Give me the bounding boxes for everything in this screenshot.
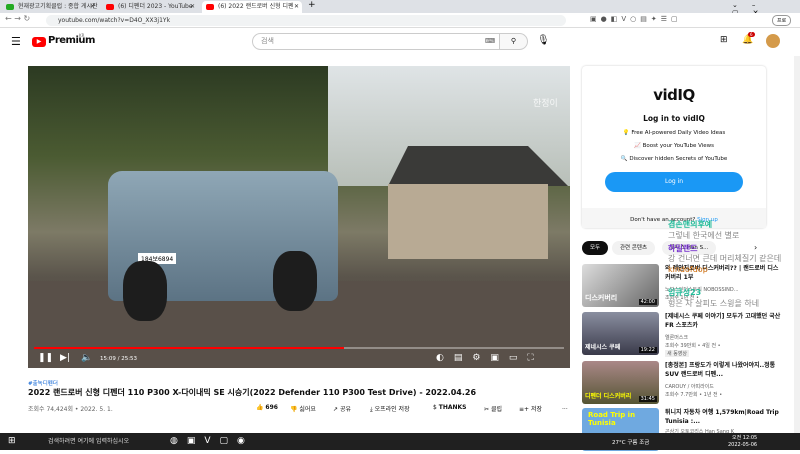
login-button[interactable]: Log in (605, 172, 743, 192)
thumb-text: 디펜더 디스커버리 (585, 393, 632, 400)
chip-all[interactable]: 모두 (582, 241, 609, 255)
nav-buttons[interactable]: ← → ↻ (5, 14, 30, 23)
feature-item: 💡 Free AI-powered Daily Video Ideas (622, 130, 726, 136)
mic-icon[interactable]: 🎙 (537, 35, 550, 46)
windows-start-icon[interactable]: ⊞ (8, 436, 16, 446)
search-input[interactable]: 검색 (252, 33, 500, 50)
dislike-label: 싫어요 (299, 406, 316, 413)
new-tab-button[interactable]: + (308, 0, 316, 10)
rec-channel: 엘론머스크 (665, 335, 689, 341)
chat-overlay-text: 임큐성23 (668, 288, 702, 297)
rec-channel: CAROUY / 아띠라이드 (665, 384, 714, 390)
clock-date[interactable]: 2022-05-06 (728, 442, 757, 448)
hashtag-link[interactable]: #출녹디펜더 (28, 379, 58, 387)
taskbar-search[interactable]: 검색하려면 여기에 입력하십시오 (36, 433, 166, 450)
extension-icons[interactable]: ▣●◧V○▤✦☰▢ (590, 15, 682, 23)
thumb-text: 제네시스 쿠페 (585, 344, 621, 351)
thanks-label: THANKS (438, 404, 467, 411)
like-count: 696 (265, 404, 278, 411)
clip-button[interactable]: ✂ 클립 (484, 404, 502, 413)
time-display: 15:09 / 25:53 (100, 356, 138, 362)
create-icon[interactable]: ⊞ (720, 35, 728, 45)
keyboard-icon[interactable]: ⌨ (485, 37, 495, 45)
region-label: KR (79, 33, 85, 38)
share-label: 공유 (339, 406, 351, 413)
duration: 42:00 (638, 299, 657, 305)
menu-icon[interactable]: ☰ (11, 35, 21, 48)
download-button[interactable]: ⤓ 오프라인 저장 (370, 404, 410, 414)
premium-logo[interactable]: Premium (48, 35, 95, 46)
notification-badge: 6 (748, 32, 755, 37)
tab-label: (6) 디펜더 2023 - YouTube (118, 3, 193, 10)
rec-stats: 조회수 7.7만회 • 1년 전 • (665, 392, 723, 398)
tab-label: (6) 2022 랜드로버 신형 디펜 (218, 3, 294, 10)
player-right-controls[interactable]: ◐▤⚙▣▭⛶ (436, 353, 544, 363)
chip-related[interactable]: 관련 콘텐츠 (612, 241, 656, 255)
volume-icon[interactable]: 🔈 (81, 353, 92, 363)
vidiq-logo: vidIQ (653, 86, 695, 104)
recommended-item[interactable]: 디펜더 디스커버리 31:45 [총정본] 프랑도가 이렇게 나왔어야지..정통 … (582, 361, 782, 407)
tab-1[interactable]: 현재광고기획클럽 : 종합 게시판 ✕ (2, 1, 98, 13)
search-icon: ⚲ (510, 37, 517, 45)
next-icon[interactable]: ▶| (60, 353, 70, 363)
avatar[interactable] (766, 34, 780, 48)
chat-overlay-text: 겸손맨의후예 (668, 220, 713, 229)
new-badge: 새 동영상 (665, 350, 689, 357)
rec-title: 튀니지 자동차 여행 1,579km|Road Trip Tunisia :..… (665, 409, 779, 425)
weather[interactable]: 27°C 구름 조금 (612, 438, 649, 446)
chat-overlay-text: 강 건너면 큰데 머리체질기 같은데 (668, 254, 782, 263)
tab-label: 현재광고기획클럽 : 종합 게시판 (18, 3, 98, 10)
duration: 19:22 (638, 347, 657, 353)
pause-icon[interactable]: ❚❚ (38, 353, 53, 363)
feature-item: 📈 Boost your YouTube Views (633, 143, 715, 149)
rec-stats: 조회수 39만회 • 4일 전 • (665, 343, 721, 349)
chat-overlay-text: 헝은 차 살피도 스윙을 하네 (668, 299, 760, 308)
profile-button[interactable]: 프로 (772, 15, 792, 26)
chevron-right-icon[interactable]: › (754, 243, 757, 252)
close-icon[interactable]: ✕ (294, 1, 299, 13)
progress-fill (34, 347, 344, 349)
video-title: 2022 랜드로버 신형 디펜더 110 P300 X-다이내믹 SE 시승기(… (28, 388, 477, 397)
vidiq-card: vidIQ Log in to vidIQ 💡 Free AI-powered … (582, 66, 766, 228)
taskbar-apps[interactable]: ◍▣V▢◉ (170, 436, 254, 446)
url-input[interactable]: youtube.com/watch?v=D4O_XX3j1Yk (46, 15, 566, 26)
share-button[interactable]: ↗ 공유 (333, 404, 351, 413)
close-icon[interactable]: ✕ (90, 1, 95, 13)
like-button[interactable]: 👍 696 (256, 404, 278, 411)
youtube-logo-icon[interactable]: ▶ (32, 37, 46, 47)
search-button[interactable]: ⚲ (500, 33, 528, 50)
feature-item: 🔍 Discover hidden Secrets of YouTube (620, 156, 728, 162)
download-label: 오프라인 저장 (374, 406, 410, 413)
tab-2[interactable]: (6) 디펜더 2023 - YouTube ✕ (102, 1, 198, 13)
chat-overlay-text: kindofdop (668, 265, 708, 274)
chat-overlay-text: 그렇네 한국에선 별로 (668, 231, 740, 240)
more-button[interactable]: ... (562, 404, 568, 411)
dislike-button[interactable]: 👎 싫어요 (290, 404, 316, 413)
tab-bar: 현재광고기획클럽 : 종합 게시판 ✕ (6) 디펜더 2023 - YouTub… (0, 0, 800, 17)
clip-label: 클립 (490, 406, 502, 413)
save-button[interactable]: ≡+ 저장 (519, 404, 542, 413)
clock-time[interactable]: 오전 12:05 (732, 434, 757, 441)
thumb-text: Road Trip in Tunisia (588, 411, 636, 427)
thumb-text: 디스커버리 (585, 294, 618, 302)
duration: 31:45 (638, 396, 657, 402)
scrollbar[interactable] (794, 56, 800, 433)
vidiq-heading: Log in to vidIQ (643, 114, 705, 123)
thanks-button[interactable]: $ THANKS (433, 404, 466, 411)
rec-title: [총정본] 프랑도가 이렇게 나왔어야지..정통 SUV 랜드로버 디펜... (665, 362, 776, 378)
close-icon[interactable]: ✕ (190, 1, 195, 13)
save-label: 저장 (530, 406, 543, 413)
watermark-text: 한정이 (533, 99, 558, 109)
video-meta: 조회수 74,424회 • 2022. 5. 1. (28, 406, 113, 413)
video-player[interactable]: 184보6894 한정이 (28, 66, 570, 368)
rec-title: [제네시스 쿠페 이야기] 모두가 고대했던 국산 FR 스포츠카 (665, 313, 781, 329)
tab-3-active[interactable]: (6) 2022 랜드로버 신형 디펜 ✕ (202, 1, 302, 13)
recommended-item[interactable]: 제네시스 쿠페 19:22 [제네시스 쿠페 이야기] 모두가 고대했던 국산 F… (582, 312, 782, 358)
